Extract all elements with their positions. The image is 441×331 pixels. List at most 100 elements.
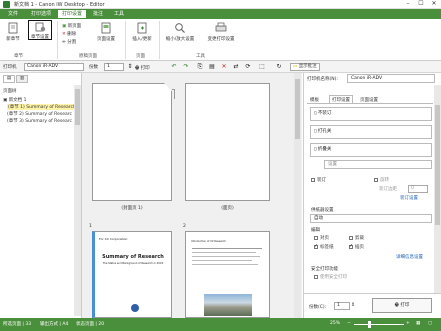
show-annotation-button[interactable]: ▭ 显示批注 [290,63,320,71]
printer-name-label: 打印机名称(N): [307,77,338,82]
paste-icon[interactable]: ▤ [208,63,216,71]
fit-width-icon[interactable]: ▢ [428,321,432,326]
tree-root-label: 新文档 1 [8,98,27,103]
tree-scrollbar-thumb[interactable] [75,89,80,125]
facing-check [314,235,318,240]
new-chapter-label: 新章节 [6,37,20,42]
copies-spinner-icon[interactable]: ⇕ [126,63,134,71]
rotate-check [374,177,378,182]
secure-print-check [314,274,318,279]
settings-scrollbar-thumb[interactable] [435,105,440,225]
toolbar-print-button[interactable]: 🖶 打印 [135,64,150,72]
zoom-slider-thumb[interactable] [368,321,371,328]
delete-button[interactable]: ✕ 删除 [62,31,76,37]
tree-chapter-2[interactable]: (章节 2) Summary of Researc [7,111,72,117]
show-annotation-label: 显示批注 [298,64,317,69]
feed-select[interactable]: 自动 [310,214,432,223]
tree-chapter-3[interactable]: (章节 3) Summary of Researc [7,118,72,124]
trim-check [349,235,353,240]
secure-print-opt-label: 使用安全打印 [320,275,347,280]
staple-checkbox[interactable]: 装订 [311,177,326,183]
menu-file[interactable]: 文件 [4,10,22,18]
copy-icon[interactable]: ⎘ [196,63,204,71]
printer-select[interactable]: Canon iR-ADV [24,63,84,71]
print-button[interactable]: 🖶 打印 [372,298,432,313]
page-setup-button[interactable]: 页面设置 [95,22,117,42]
copies-field[interactable]: 1 [104,63,124,71]
binding-select[interactable]: ▯ 不装订 [310,107,432,121]
insert-icon [137,22,147,34]
rotate-icon[interactable]: ⟳ [244,63,252,71]
staple-check [311,177,315,182]
new-page-button[interactable]: ▣ 新页面 [62,23,81,29]
new-page-label: 新页面 [67,24,82,29]
status-pages: 所选页面 | 33 [3,322,32,327]
page-number-1: 1 [89,224,92,229]
fit-page-icon[interactable]: ▦ [416,321,420,326]
tree-tab[interactable]: ▤ [3,75,15,83]
logo-icon [131,304,139,312]
close-button[interactable]: ✕ [428,0,440,8]
insert-update-button[interactable]: 插入/更新 [130,22,154,42]
secure-print-checkbox[interactable]: 使用安全打印 [314,274,347,280]
minimize-button[interactable]: – [402,0,414,8]
tree-scrollbar[interactable] [74,85,81,316]
back-page-thumbnail[interactable] [185,83,270,201]
preview-scrollbar[interactable] [294,73,301,318]
settings-copies-field[interactable]: 1 [334,302,350,310]
delete-page-icon[interactable]: ✕ [220,63,228,71]
tree-chapter-1[interactable]: (章节 1) Summary of Research [7,104,77,110]
magnifier-icon [175,23,185,33]
insert-checkbox[interactable]: 插页 [349,243,364,250]
trim-checkbox[interactable]: 剪裁 [349,235,364,241]
zoom-in-icon[interactable]: + [406,321,410,326]
page-1-thumbnail[interactable]: For XX Corporation Summary of Research T… [92,231,172,318]
insert-check [349,243,353,249]
staple-label: 装订 [317,178,326,183]
secure-print-label: 安全打印功能 [311,267,338,272]
redo-icon[interactable]: ↷ [182,63,190,71]
menu-print-options[interactable]: 打印选项 [27,10,55,18]
select-icon[interactable]: ⬚ [258,63,266,71]
menu-tools[interactable]: 工具 [110,10,128,18]
pan-icon[interactable]: ↻ [275,63,283,71]
binding-settings-link[interactable]: 装订设置 [400,195,418,201]
change-print-settings-button[interactable]: 变更打印设置 [204,22,238,42]
split-button[interactable]: ⇹ 分割 [62,39,76,45]
thumbnail-tab[interactable]: ▥ [16,75,28,83]
undo-icon[interactable]: ↶ [170,63,178,71]
zoom-out-icon[interactable]: − [347,321,351,326]
zoom-settings-button[interactable]: 缩小/放大设置 [164,22,196,42]
settings-scrollbar[interactable] [434,85,441,293]
page-2-thumbnail[interactable]: Introduction of XX Research [185,231,270,318]
tab-paper-label: 标签纸 [320,245,334,250]
menu-print-settings[interactable]: 打印设置 [58,10,87,18]
copies-stepper-icon[interactable]: ⇕ [351,302,355,308]
tree-root[interactable]: ▣ 新文档 1 [3,97,26,103]
folding-setting-select[interactable]: 设置 [324,160,432,169]
facing-checkbox[interactable]: 对页 [314,235,329,241]
page-number-2: 2 [183,224,186,229]
tab-paper-checkbox[interactable]: 标签纸 [314,243,334,250]
edit-label: 编辑 [311,228,320,233]
menu-annotation[interactable]: 批注 [89,10,107,18]
zoom-slider[interactable] [354,324,404,325]
page-2-line: Introduction of XX Research [191,240,226,243]
page-1-line: For XX Corporation [99,237,128,241]
preview-scrollbar-thumb[interactable] [295,79,300,139]
chapter-settings-button[interactable]: 章节设置 [28,20,52,40]
new-chapter-button[interactable]: 新章节 [3,22,23,42]
rotate-checkbox[interactable]: 旋转 [374,177,389,183]
punch-select[interactable]: ▯ 打孔关 [310,125,432,139]
maximize-button[interactable]: ☐ [415,0,427,8]
printer-name-select[interactable]: Canon iR-ADV [347,74,435,83]
group-separator [159,21,160,59]
chapter-settings-icon [35,22,46,32]
move-icon[interactable]: ⇄ [232,63,240,71]
insert-update-label: 插入/更新 [132,37,152,42]
cover-page-thumbnail[interactable] [92,83,172,201]
bind-margin-field[interactable]: 0 [408,185,428,193]
folding-select[interactable]: ▯ 折叠关 [310,143,432,157]
detail-settings-link[interactable]: 详细信息设置 [396,254,423,260]
group-label-tools: 工具 [196,54,205,59]
